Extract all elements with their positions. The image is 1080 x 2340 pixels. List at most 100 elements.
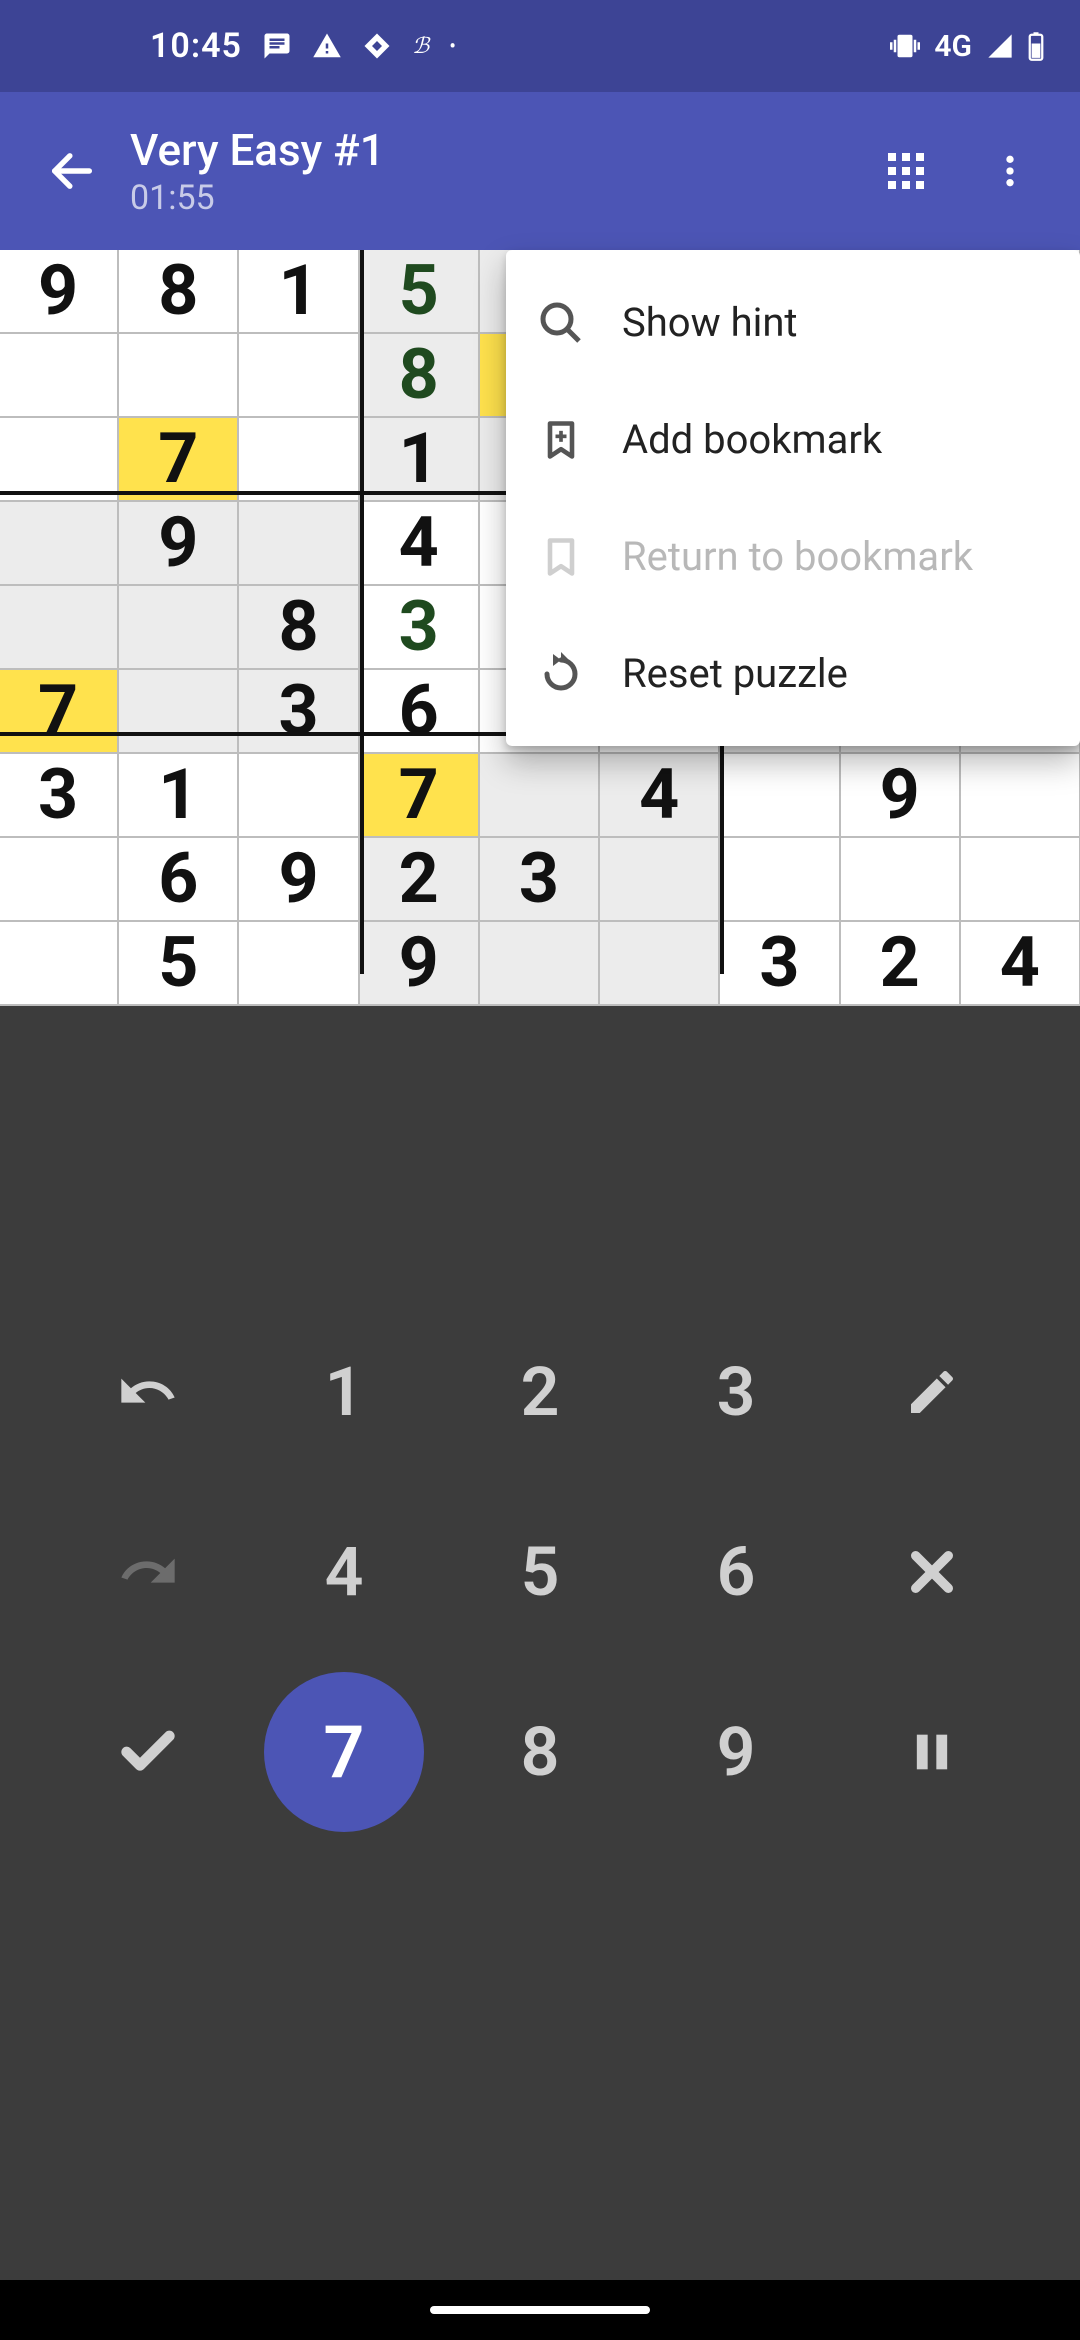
sudoku-cell[interactable]: 6 <box>360 670 480 754</box>
sudoku-cell[interactable]: 9 <box>360 922 480 1006</box>
sudoku-cell[interactable]: 7 <box>0 670 119 754</box>
sudoku-cell[interactable]: 5 <box>360 250 480 334</box>
status-time: 10:45 <box>150 26 242 66</box>
sudoku-cell[interactable]: 8 <box>360 334 480 418</box>
sudoku-cell[interactable] <box>480 754 600 838</box>
sudoku-cell[interactable] <box>0 334 119 418</box>
menu-reset-puzzle[interactable]: Reset puzzle <box>506 615 1080 732</box>
menu-label: Return to bookmark <box>622 533 973 580</box>
numkey-3[interactable]: 3 <box>676 1332 796 1452</box>
sudoku-cell[interactable]: 9 <box>0 250 119 334</box>
grid-button[interactable] <box>866 131 946 211</box>
sudoku-cell[interactable]: 8 <box>119 250 239 334</box>
sudoku-cell[interactable]: 1 <box>360 418 480 502</box>
sudoku-cell[interactable] <box>239 502 359 586</box>
check-button[interactable] <box>88 1692 208 1812</box>
menu-show-hint[interactable]: Show hint <box>506 264 1080 381</box>
sudoku-cell[interactable]: 4 <box>600 754 720 838</box>
sudoku-cell[interactable] <box>0 586 119 670</box>
menu-add-bookmark[interactable]: Add bookmark <box>506 381 1080 498</box>
home-gesture-pill[interactable] <box>430 2306 650 2314</box>
sudoku-cell[interactable] <box>841 838 961 922</box>
status-left: 10:45 ℬ • <box>150 26 456 66</box>
sudoku-cell[interactable]: 3 <box>360 586 480 670</box>
vibrate-icon <box>890 31 920 61</box>
overflow-menu-button[interactable] <box>970 131 1050 211</box>
message-icon <box>262 31 292 61</box>
sudoku-cell[interactable] <box>119 670 239 754</box>
box-divider-v <box>360 250 364 974</box>
sudoku-cell[interactable]: 9 <box>239 838 359 922</box>
signal-icon <box>986 32 1014 60</box>
sudoku-cell[interactable] <box>119 334 239 418</box>
sudoku-cell[interactable] <box>961 754 1080 838</box>
menu-return-bookmark: Return to bookmark <box>506 498 1080 615</box>
sudoku-cell[interactable] <box>720 838 840 922</box>
sudoku-cell[interactable] <box>239 418 359 502</box>
timer-label: 01:55 <box>130 178 866 218</box>
sudoku-cell[interactable]: 8 <box>239 586 359 670</box>
sudoku-cell[interactable]: 3 <box>720 922 840 1006</box>
undo-button[interactable] <box>88 1332 208 1452</box>
sudoku-cell[interactable]: 7 <box>360 754 480 838</box>
sudoku-cell[interactable]: 1 <box>239 250 359 334</box>
sudoku-cell[interactable] <box>0 922 119 1006</box>
sudoku-cell[interactable]: 4 <box>360 502 480 586</box>
numkey-4[interactable]: 4 <box>284 1512 404 1632</box>
sudoku-cell[interactable] <box>119 586 239 670</box>
sudoku-cell[interactable]: 4 <box>961 922 1080 1006</box>
sudoku-cell[interactable] <box>0 502 119 586</box>
sudoku-cell[interactable] <box>480 922 600 1006</box>
network-type: 4G <box>934 29 972 64</box>
sudoku-cell[interactable]: 7 <box>119 418 239 502</box>
bookmark-add-icon <box>536 415 586 465</box>
app-square-icon <box>362 31 392 61</box>
numkey-9[interactable]: 9 <box>676 1692 796 1812</box>
number-pad: 1 2 3 4 5 6 7 8 9 <box>0 1226 1080 2280</box>
numkey-7[interactable]: 7 <box>264 1672 424 1832</box>
screen: 10:45 ℬ • 4G <box>0 0 1080 2340</box>
redo-button[interactable] <box>88 1512 208 1632</box>
sudoku-cell[interactable]: 6 <box>119 838 239 922</box>
sudoku-cell[interactable]: 2 <box>360 838 480 922</box>
menu-label: Reset puzzle <box>622 650 848 697</box>
sudoku-cell[interactable]: 3 <box>480 838 600 922</box>
back-button[interactable] <box>24 123 120 219</box>
sudoku-cell[interactable]: 9 <box>841 754 961 838</box>
reset-icon <box>536 649 586 699</box>
search-icon <box>536 298 586 348</box>
menu-label: Add bookmark <box>622 416 882 463</box>
pencil-button[interactable] <box>872 1332 992 1452</box>
sudoku-cell[interactable] <box>961 838 1080 922</box>
sudoku-cell[interactable] <box>600 838 720 922</box>
sudoku-cell[interactable] <box>239 922 359 1006</box>
numkey-5[interactable]: 5 <box>480 1512 600 1632</box>
numkey-2[interactable]: 2 <box>480 1332 600 1452</box>
sudoku-cell[interactable]: 1 <box>119 754 239 838</box>
navigation-bar <box>0 2280 1080 2340</box>
sudoku-cell[interactable] <box>720 754 840 838</box>
sudoku-cell[interactable] <box>0 418 119 502</box>
status-bar: 10:45 ℬ • 4G <box>0 0 1080 92</box>
sudoku-cell[interactable]: 3 <box>239 670 359 754</box>
bookmark-icon <box>536 532 586 582</box>
sudoku-cell[interactable]: 9 <box>119 502 239 586</box>
sudoku-cell[interactable] <box>239 754 359 838</box>
sudoku-cell[interactable] <box>239 334 359 418</box>
numkey-1[interactable]: 1 <box>284 1332 404 1452</box>
numkey-6[interactable]: 6 <box>676 1512 796 1632</box>
sudoku-cell[interactable]: 3 <box>0 754 119 838</box>
warning-icon <box>312 31 342 61</box>
sudoku-cell[interactable] <box>0 838 119 922</box>
status-right: 4G <box>890 29 1044 64</box>
sudoku-cell[interactable] <box>600 922 720 1006</box>
page-title: Very Easy #1 <box>130 124 866 177</box>
clear-button[interactable] <box>872 1512 992 1632</box>
sudoku-cell[interactable]: 2 <box>841 922 961 1006</box>
dot-icon: • <box>449 34 456 58</box>
pause-button[interactable] <box>872 1692 992 1812</box>
title-block: Very Easy #1 01:55 <box>130 124 866 219</box>
sudoku-cell[interactable]: 5 <box>119 922 239 1006</box>
numkey-8[interactable]: 8 <box>480 1692 600 1812</box>
app-bar: Very Easy #1 01:55 <box>0 92 1080 250</box>
